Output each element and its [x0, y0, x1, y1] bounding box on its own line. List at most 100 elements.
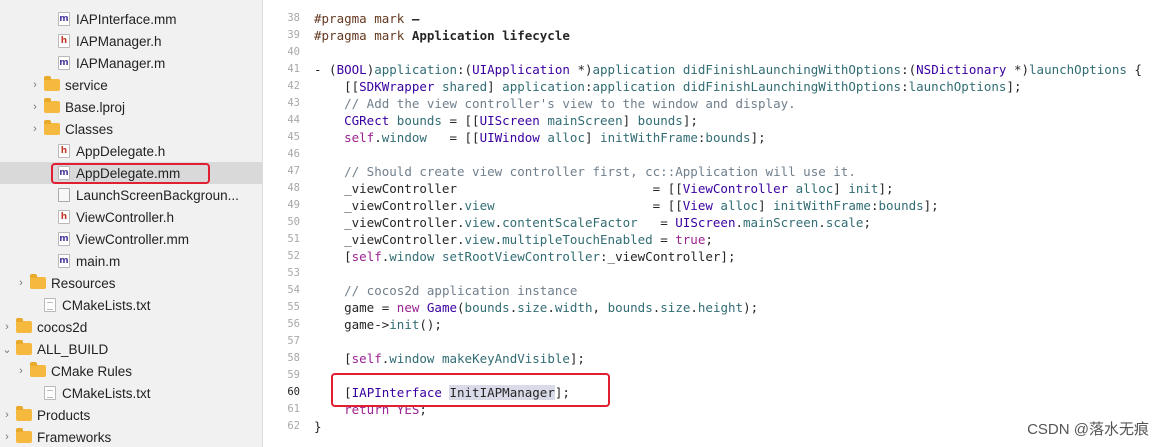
folder-icon	[16, 406, 32, 421]
code-text: - (BOOL)application:(UIApplication *)app…	[314, 62, 1142, 77]
navigator-item-cmakelists-txt[interactable]: CMakeLists.txt	[0, 382, 262, 404]
code-line-41[interactable]: 41 - (BOOL)application:(UIApplication *)a…	[263, 61, 1165, 78]
navigator-item-iapmanager-h[interactable]: h IAPManager.h	[0, 30, 262, 52]
code-line-56[interactable]: 56 game->init();	[263, 316, 1165, 333]
code-line-49[interactable]: 49 _viewController.view = [[View alloc] …	[263, 197, 1165, 214]
navigator-item-viewcontroller-mm[interactable]: m ViewController.mm	[0, 228, 262, 250]
line-number: 52	[287, 250, 300, 262]
code-text: // Add the view controller's view to the…	[344, 96, 796, 111]
navigator-item-label: Frameworks	[37, 429, 112, 445]
line-number: 60	[287, 386, 300, 398]
navigator-item-classes[interactable]: › Classes	[0, 118, 262, 140]
navigator-item-all-build[interactable]: ⌄ ALL_BUILD	[0, 338, 262, 360]
code-line-43[interactable]: 43 // Add the view controller's view to …	[263, 95, 1165, 112]
folder-icon	[44, 76, 60, 91]
navigator-item-label: Resources	[51, 275, 116, 291]
navigator-item-frameworks[interactable]: › Frameworks	[0, 426, 262, 447]
code-text: [self.window makeKeyAndVisible];	[314, 351, 585, 366]
navigator-item-base-lproj[interactable]: › Base.lproj	[0, 96, 262, 118]
navigator-item-cmakelists-txt[interactable]: CMakeLists.txt	[0, 294, 262, 316]
code-line-38[interactable]: 38 #pragma mark –	[263, 10, 1165, 27]
code-line-48[interactable]: 48 _viewController = [[ViewController al…	[263, 180, 1165, 197]
navigator-item-launchscreenbackgroun[interactable]: LaunchScreenBackgroun...	[0, 184, 262, 206]
code-line-42[interactable]: 42 [[SDKWrapper shared] application:appl…	[263, 78, 1165, 95]
code-line-58[interactable]: 58 [self.window makeKeyAndVisible];	[263, 350, 1165, 367]
code-text: _viewController = [[ViewController alloc…	[314, 181, 894, 196]
navigator-item-label: IAPManager.h	[76, 33, 162, 49]
code-text: [self.window setRootViewController:_view…	[314, 249, 736, 264]
line-number: 53	[287, 267, 300, 279]
folder-icon	[16, 340, 32, 355]
chevron-right-icon[interactable]: ›	[16, 277, 26, 289]
navigator-item-iapinterface-mm[interactable]: m IAPInterface.mm	[0, 8, 262, 30]
code-text: // cocos2d application instance	[344, 283, 578, 298]
code-line-57[interactable]: 57	[263, 333, 1165, 350]
navigator-item-label: ALL_BUILD	[37, 341, 109, 357]
navigator-item-label: ViewController.h	[76, 209, 175, 225]
line-number: 55	[287, 301, 300, 313]
line-number: 47	[287, 165, 300, 177]
annotation-box-iap-call	[331, 373, 610, 407]
navigator-item-cmake-rules[interactable]: › CMake Rules	[0, 360, 262, 382]
code-text: _viewController.view.multipleTouchEnable…	[314, 232, 713, 247]
code-line-52[interactable]: 52 [self.window setRootViewController:_v…	[263, 248, 1165, 265]
line-number: 38	[287, 12, 300, 24]
text-file-icon	[44, 298, 56, 312]
navigator-item-viewcontroller-h[interactable]: h ViewController.h	[0, 206, 262, 228]
code-line-46[interactable]: 46	[263, 146, 1165, 163]
line-number: 57	[287, 335, 300, 347]
code-line-51[interactable]: 51 _viewController.view.multipleTouchEna…	[263, 231, 1165, 248]
code-line-45[interactable]: 45 self.window = [[UIWindow alloc] initW…	[263, 129, 1165, 146]
navigator-item-iapmanager-m[interactable]: m IAPManager.m	[0, 52, 262, 74]
code-line-50[interactable]: 50 _viewController.view.contentScaleFact…	[263, 214, 1165, 231]
folder-icon	[44, 120, 60, 135]
navigator-item-label: ViewController.mm	[76, 231, 190, 247]
code-line-53[interactable]: 53	[263, 265, 1165, 282]
code-text: }	[314, 419, 322, 434]
text-file-icon	[44, 386, 56, 400]
project-navigator: m IAPInterface.mm h IAPManager.h m IAPManager…	[0, 0, 263, 447]
line-number: 43	[287, 97, 300, 109]
storyboard-icon	[58, 188, 70, 202]
chevron-right-icon[interactable]: ›	[2, 431, 12, 443]
chevron-right-icon[interactable]: ›	[30, 79, 40, 91]
navigator-item-resources[interactable]: › Resources	[0, 272, 262, 294]
navigator-item-label: AppDelegate.h	[76, 143, 166, 159]
code-text: #pragma mark Application lifecycle	[314, 28, 570, 43]
line-number: 46	[287, 148, 300, 160]
line-number: 59	[287, 369, 300, 381]
code-line-39[interactable]: 39 #pragma mark Application lifecycle	[263, 27, 1165, 44]
navigator-item-label: IAPInterface.mm	[76, 11, 177, 27]
line-number: 42	[287, 80, 300, 92]
code-text: self.window = [[UIWindow alloc] initWith…	[344, 130, 766, 145]
chevron-right-icon[interactable]: ›	[30, 101, 40, 113]
chevron-right-icon[interactable]: ›	[30, 123, 40, 135]
folder-icon	[44, 98, 60, 113]
code-line-54[interactable]: 54 // cocos2d application instance	[263, 282, 1165, 299]
code-line-40[interactable]: 40	[263, 44, 1165, 61]
code-line-44[interactable]: 44 CGRect bounds = [[UIScreen mainScreen…	[263, 112, 1165, 129]
navigator-item-cocos2d[interactable]: › cocos2d	[0, 316, 262, 338]
code-line-55[interactable]: 55 game = new Game(bounds.size.width, bo…	[263, 299, 1165, 316]
folder-icon	[16, 318, 32, 333]
m-file-icon: m	[58, 56, 70, 70]
navigator-item-appdelegate-h[interactable]: h AppDelegate.h	[0, 140, 262, 162]
chevron-right-icon[interactable]: ›	[16, 365, 26, 377]
folder-icon	[30, 362, 46, 377]
m-file-icon: m	[58, 232, 70, 246]
navigator-item-service[interactable]: › service	[0, 74, 262, 96]
chevron-down-icon[interactable]: ⌄	[2, 343, 12, 356]
line-number: 61	[287, 403, 300, 415]
chevron-right-icon[interactable]: ›	[2, 321, 12, 333]
navigator-item-products[interactable]: › Products	[0, 404, 262, 426]
code-text: _viewController.view.contentScaleFactor …	[314, 215, 871, 230]
line-number: 45	[287, 131, 300, 143]
line-number: 49	[287, 199, 300, 211]
code-line-47[interactable]: 47 // Should create view controller firs…	[263, 163, 1165, 180]
line-number: 58	[287, 352, 300, 364]
code-text: game = new Game(bounds.size.width, bound…	[314, 300, 759, 315]
code-text: game->init();	[314, 317, 442, 332]
navigator-item-main-m[interactable]: m main.m	[0, 250, 262, 272]
chevron-right-icon[interactable]: ›	[2, 409, 12, 421]
annotation-box-appdelegate	[51, 163, 210, 184]
